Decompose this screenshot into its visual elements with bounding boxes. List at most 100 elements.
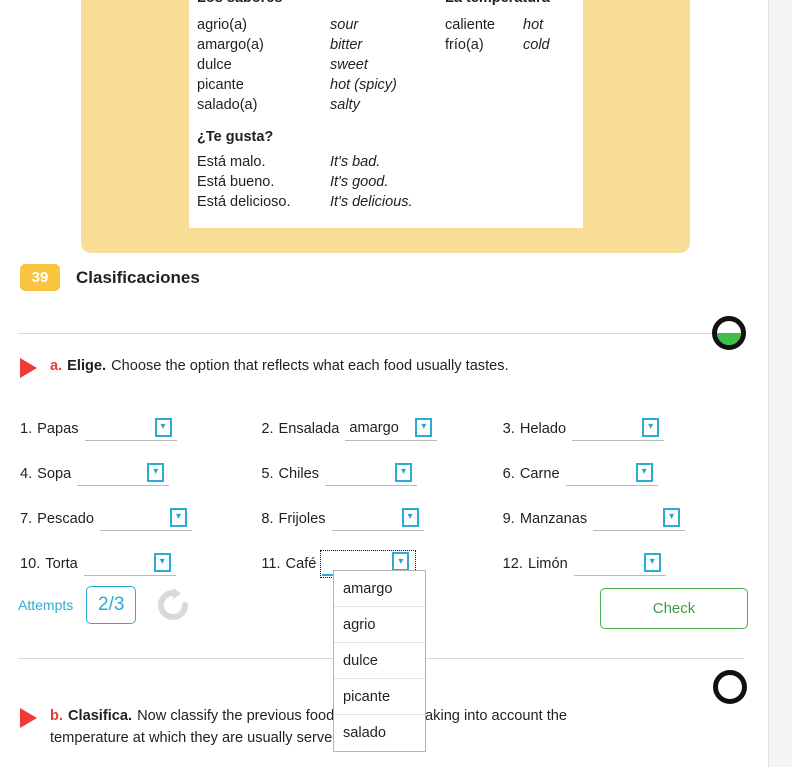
- vocab-row: picante hot (spicy): [197, 75, 583, 95]
- vocab-temp-en: hot: [523, 17, 544, 33]
- dropdown-box[interactable]: amargo ▾: [345, 417, 438, 441]
- check-button[interactable]: Check: [600, 588, 748, 629]
- chevron-down-icon[interactable]: ▾: [635, 462, 653, 482]
- item-label: Carne: [519, 465, 560, 482]
- chevron-down-icon[interactable]: ▾: [153, 552, 171, 572]
- item-label: Frijoles: [278, 510, 326, 527]
- chevron-down-icon[interactable]: ▾: [642, 417, 660, 437]
- item-label: Café: [285, 555, 317, 572]
- vocab-term-es: amargo(a): [197, 37, 264, 53]
- section-heading: 39 Clasificaciones: [20, 264, 200, 291]
- dropdown-box[interactable]: ▾: [565, 462, 658, 486]
- dropdown-3[interactable]: ▾: [572, 417, 665, 441]
- vocab-temp-es: caliente: [445, 17, 495, 33]
- chevron-down-icon[interactable]: ▾: [663, 507, 681, 527]
- dropdown-option[interactable]: picante: [334, 679, 425, 715]
- dropdown-box[interactable]: ▾: [572, 417, 665, 441]
- vocab-term-en: sour: [330, 17, 359, 33]
- dropdown-1[interactable]: ▾: [84, 417, 177, 441]
- exercise-item-9: 9. Manzanas ▾: [503, 507, 744, 531]
- dropdown-option[interactable]: salado: [334, 715, 425, 751]
- chevron-down-icon[interactable]: ▾: [392, 552, 410, 571]
- dropdown-box[interactable]: ▾: [77, 462, 170, 486]
- dropdown-9[interactable]: ▾: [593, 507, 686, 531]
- exercise-row: 7. Pescado ▾ 8. Frijoles ▾ 9. Manzanas ▾: [20, 496, 744, 541]
- dropdown-10[interactable]: ▾: [83, 552, 176, 576]
- dropdown-box[interactable]: ▾: [84, 417, 177, 441]
- item-label: Sopa: [37, 465, 72, 482]
- progress-ring-activity-b: [713, 670, 747, 704]
- exercise-item-12: 12. Limón ▾: [503, 552, 744, 576]
- vocab-phrase-row: Está bueno. It's good.: [197, 172, 583, 192]
- divider-top: [18, 333, 744, 334]
- item-label: Torta: [45, 555, 78, 572]
- exercise-item-4: 4. Sopa ▾: [20, 462, 261, 486]
- play-triangle-icon[interactable]: [20, 708, 37, 728]
- dropdown-8[interactable]: ▾: [331, 507, 424, 531]
- dropdown-option[interactable]: amargo: [334, 571, 425, 607]
- exercise-item-8: 8. Frijoles ▾: [261, 507, 502, 531]
- reset-button[interactable]: [156, 588, 190, 622]
- chevron-down-icon[interactable]: ▾: [147, 462, 165, 482]
- play-triangle-icon[interactable]: [20, 358, 37, 378]
- dropdown-box[interactable]: ▾: [331, 507, 424, 531]
- vocabulary-card: Los sabores La temperatura agrio(a) sour…: [189, 0, 583, 228]
- item-label: Manzanas: [519, 510, 588, 527]
- vocab-phrase-en: It's good.: [330, 174, 389, 190]
- section-title: Clasificaciones: [76, 267, 200, 287]
- item-label: Ensalada: [278, 420, 340, 437]
- exercise-row: 1. Papas ▾ 2. Ensalada amargo ▾ 3. Helad…: [20, 406, 744, 451]
- vocab-phrase-row: Está delicioso. It's delicious.: [197, 192, 583, 212]
- item-label: Helado: [519, 420, 567, 437]
- activity-b-letter: b.: [50, 708, 63, 724]
- activity-a-verb: Elige.: [67, 358, 107, 374]
- attempts-row: Attempts 2/3: [18, 586, 190, 624]
- vocab-term-en: sweet: [330, 57, 368, 73]
- activity-a-letter: a.: [50, 358, 63, 374]
- exercise-item-1: 1. Papas ▾: [20, 417, 261, 441]
- dropdown-box[interactable]: ▾: [325, 462, 418, 486]
- progress-ring-fill: [717, 333, 741, 345]
- dropdown-4[interactable]: ▾: [77, 462, 170, 486]
- dropdown-option[interactable]: agrio: [334, 607, 425, 643]
- item-number: 8.: [261, 510, 274, 527]
- vocab-header-temperatura: La temperatura: [445, 0, 550, 8]
- chevron-down-icon[interactable]: ▾: [154, 417, 172, 437]
- item-number: 11.: [261, 555, 281, 572]
- chevron-down-icon[interactable]: ▾: [415, 417, 433, 437]
- item-number: 6.: [502, 465, 515, 482]
- dropdown-7[interactable]: ▾: [99, 507, 192, 531]
- dropdown-2[interactable]: amargo ▾: [345, 417, 438, 441]
- dropdown-box[interactable]: ▾: [99, 507, 192, 531]
- vocab-term-en: hot (spicy): [330, 77, 397, 93]
- item-label: Chiles: [278, 465, 320, 482]
- exercise-row: 4. Sopa ▾ 5. Chiles ▾ 6. Carne ▾: [20, 451, 744, 496]
- chevron-down-icon[interactable]: ▾: [169, 507, 187, 527]
- vocab-row: agrio(a) sour caliente hot: [197, 15, 583, 35]
- activity-a-text-wrap: a. Elige. Choose the option that reflects …: [50, 355, 509, 377]
- vocab-phrase-en: It's delicious.: [330, 194, 413, 210]
- attempts-counter: 2/3: [86, 586, 137, 624]
- chevron-down-icon[interactable]: ▾: [395, 462, 413, 482]
- item-number: 9.: [502, 510, 515, 527]
- activity-b-text-wrap: b. Clasifica. Now classify the previous fo…: [50, 705, 567, 749]
- chevron-down-icon[interactable]: ▾: [643, 552, 661, 572]
- item-number: 1.: [20, 420, 33, 437]
- vocab-row: salado(a) salty: [197, 95, 583, 115]
- chevron-down-icon[interactable]: ▾: [401, 507, 419, 527]
- dropdown-6[interactable]: ▾: [565, 462, 658, 486]
- vocabulary-panel: Los sabores La temperatura agrio(a) sour…: [81, 0, 690, 253]
- dropdown-option[interactable]: dulce: [334, 643, 425, 679]
- vocab-phrase-en: It's bad.: [330, 154, 381, 170]
- vocab-header-sabores: Los sabores: [197, 0, 445, 8]
- dropdown-box[interactable]: ▾: [83, 552, 176, 576]
- dropdown-5[interactable]: ▾: [325, 462, 418, 486]
- progress-ring-activity-a: [712, 316, 746, 350]
- dropdown-box[interactable]: ▾: [593, 507, 686, 531]
- dropdown-12[interactable]: ▾: [573, 552, 666, 576]
- vocabulary-table: Los sabores La temperatura agrio(a) sour…: [197, 0, 583, 212]
- dropdown-box[interactable]: ▾: [573, 552, 666, 576]
- page-scroll-gutter[interactable]: [768, 0, 792, 767]
- dropdown-menu-open[interactable]: amargo agrio dulce picante salado: [333, 570, 426, 752]
- vocab-term-es: picante: [197, 77, 244, 93]
